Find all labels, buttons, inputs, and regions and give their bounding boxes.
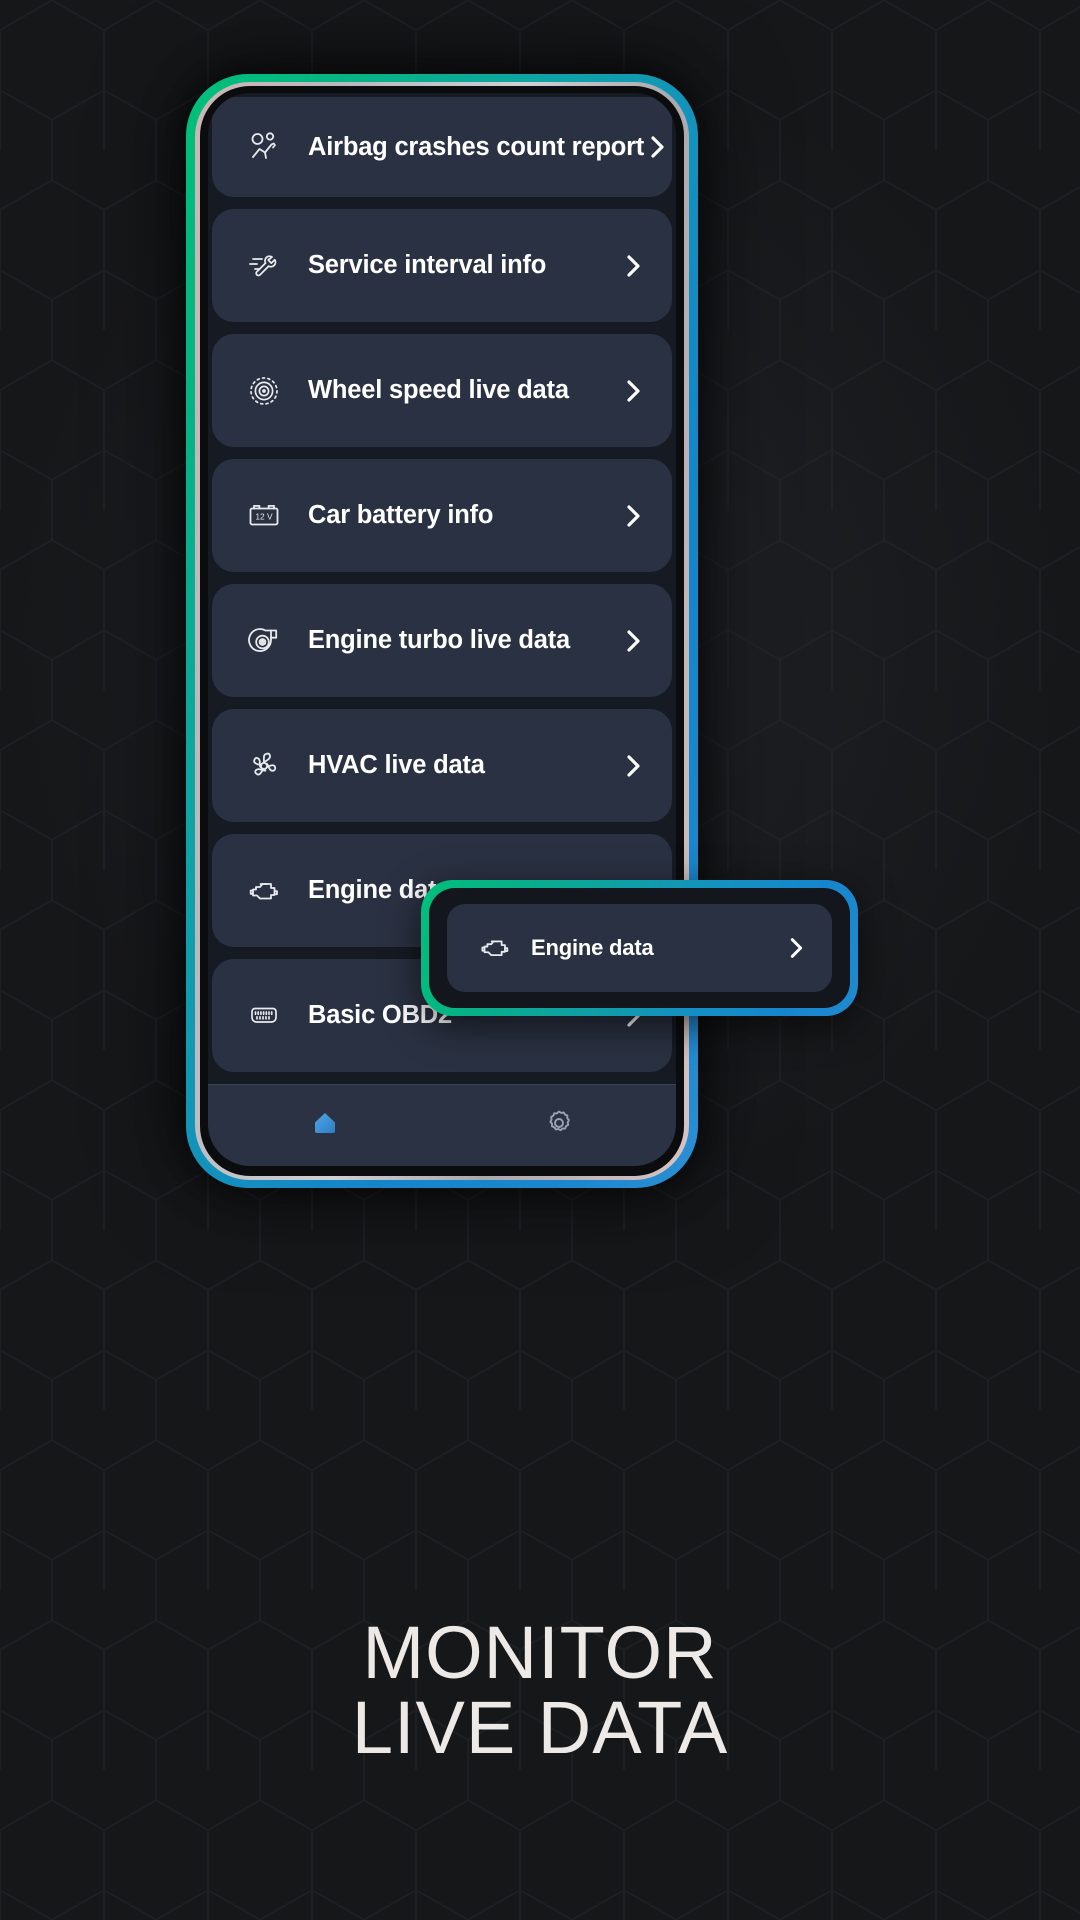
- chevron-right-icon[interactable]: [620, 503, 646, 529]
- list-item-label: Engine turbo live data: [308, 626, 570, 654]
- battery-voltage-label: 12 V: [255, 511, 273, 521]
- list-item-label: Wheel speed live data: [308, 376, 569, 404]
- zoom-callout-label: Engine data: [531, 935, 654, 960]
- list-item-engine-turbo-live-data[interactable]: Engine turbo live data: [212, 584, 672, 697]
- home-icon: [308, 1106, 342, 1145]
- chevron-right-icon[interactable]: [784, 936, 808, 960]
- list-item-service-interval-info[interactable]: Service interval info: [212, 209, 672, 322]
- obd2-connector-icon: [242, 994, 286, 1038]
- turbocharger-icon: [242, 619, 286, 663]
- fan-icon: [242, 744, 286, 788]
- bottom-navigation-bar: [208, 1084, 676, 1166]
- chevron-right-icon[interactable]: [620, 628, 646, 654]
- engine-icon: [242, 869, 286, 913]
- zoom-callout-inner: Engine data: [429, 888, 850, 1008]
- wrench-service-icon: [242, 244, 286, 288]
- list-item-hvac-live-data[interactable]: HVAC live data: [212, 709, 672, 822]
- airbag-crash-icon: [242, 125, 286, 169]
- list-item-label: HVAC live data: [308, 751, 485, 779]
- chevron-right-icon[interactable]: [620, 253, 646, 279]
- nav-item-home[interactable]: [208, 1106, 442, 1145]
- list-item-airbag-crashes-count-report[interactable]: Airbag crashes count report: [212, 97, 672, 197]
- list-item-label: Car battery info: [308, 501, 494, 529]
- nav-item-settings[interactable]: [442, 1107, 676, 1144]
- engine-icon: [475, 928, 515, 968]
- list-item-label: Service interval info: [308, 251, 547, 279]
- zoom-callout-engine-data: Engine data: [421, 880, 858, 1016]
- chevron-right-icon[interactable]: [644, 134, 670, 160]
- zoom-callout-card[interactable]: Engine data: [447, 904, 832, 992]
- chevron-right-icon[interactable]: [620, 378, 646, 404]
- list-item-car-battery-info[interactable]: 12 V Car battery info: [212, 459, 672, 572]
- list-item-wheel-speed-live-data[interactable]: Wheel speed live data: [212, 334, 672, 447]
- promo-screenshot: Airbag crashes count report Service inte…: [0, 0, 1080, 1920]
- list-item-label: Airbag crashes count report: [308, 132, 645, 161]
- car-battery-icon: 12 V: [242, 494, 286, 538]
- gear-icon: [543, 1107, 575, 1144]
- page-title: MONITOR LIVE DATA: [0, 1615, 1080, 1766]
- wheel-speed-icon: [242, 369, 286, 413]
- headline-line-2: LIVE DATA: [351, 1686, 729, 1770]
- chevron-right-icon[interactable]: [620, 753, 646, 779]
- headline-line-1: MONITOR: [362, 1611, 718, 1694]
- phone-mockup: Airbag crashes count report Service inte…: [186, 74, 698, 1188]
